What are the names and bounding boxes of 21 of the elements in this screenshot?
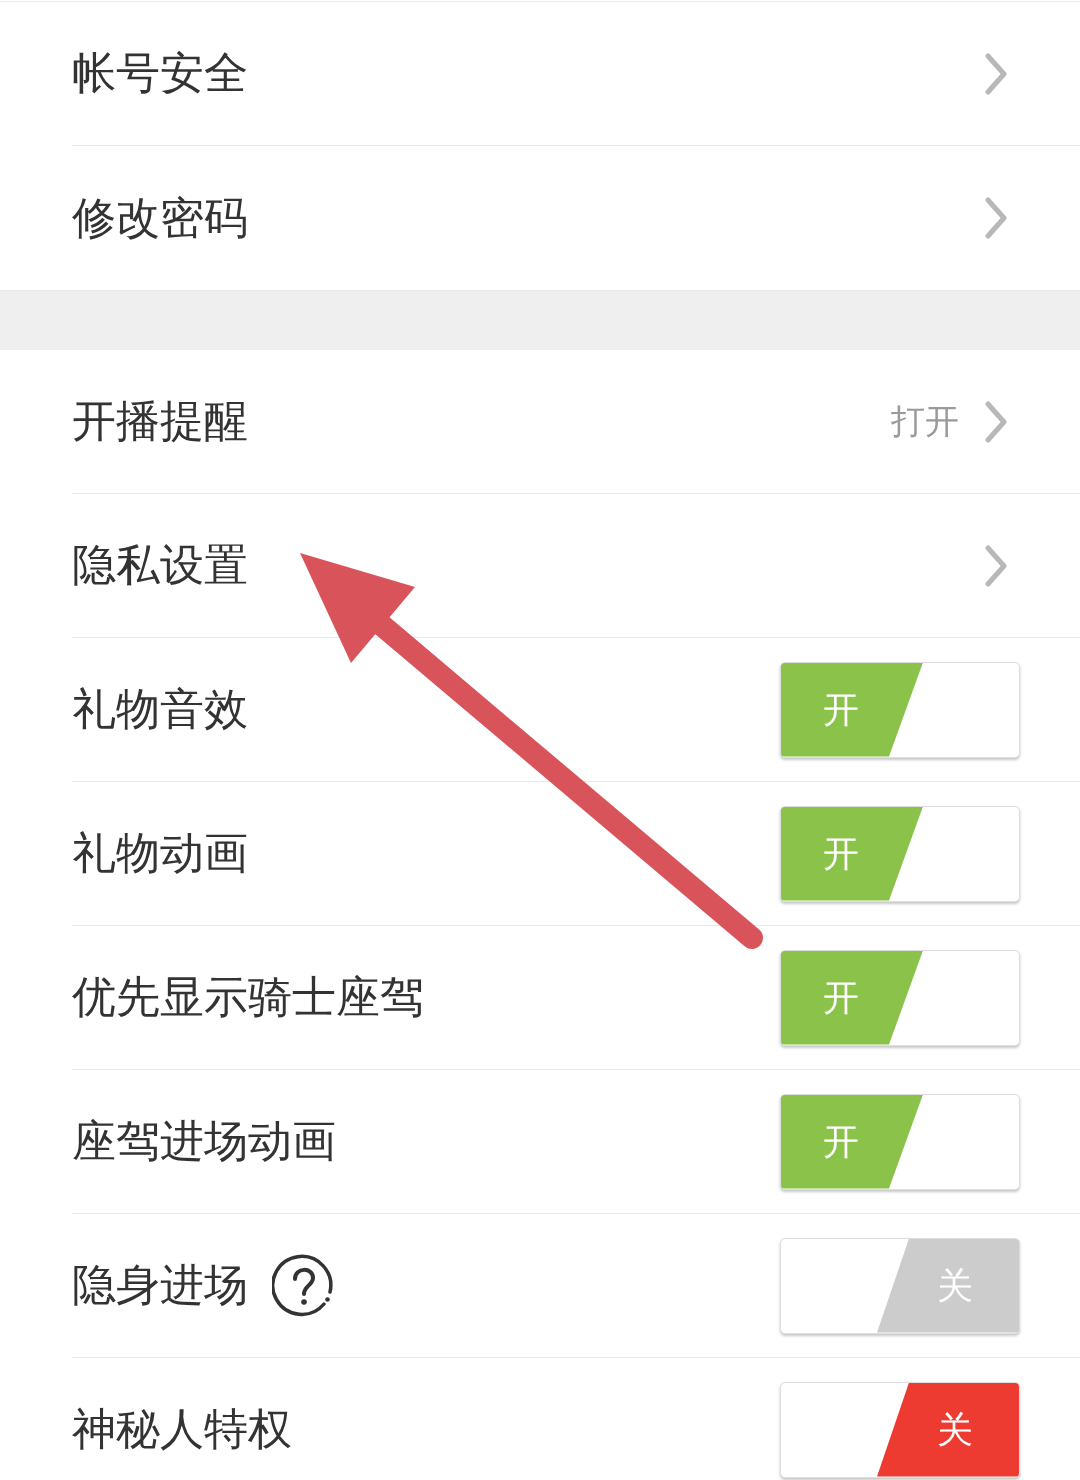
setting-value: 打开 bbox=[891, 399, 959, 443]
chevron-right-icon bbox=[985, 52, 1007, 95]
chevron-right-icon bbox=[985, 400, 1007, 443]
toggle-switch[interactable]: 开 bbox=[780, 949, 1020, 1046]
setting-label: 座驾进场动画 bbox=[72, 1115, 336, 1168]
setting-label: 礼物音效 bbox=[72, 683, 248, 736]
help-icon[interactable] bbox=[272, 1253, 336, 1318]
toggle-switch[interactable]: 开 bbox=[780, 805, 1020, 902]
toggle-switch[interactable]: 开 bbox=[780, 1093, 1020, 1190]
toggle-switch[interactable]: 关 bbox=[780, 1381, 1020, 1478]
setting-label: 帐号安全 bbox=[72, 47, 248, 100]
chevron-right-icon bbox=[985, 197, 1007, 239]
chevron-right-icon bbox=[985, 544, 1007, 587]
toggle-switch[interactable]: 开 bbox=[780, 661, 1020, 758]
setting-label: 隐私设置 bbox=[72, 539, 248, 592]
setting-label: 神秘人特权 bbox=[72, 1403, 292, 1456]
setting-label: 隐身进场 bbox=[72, 1259, 248, 1312]
setting-label: 开播提醒 bbox=[72, 395, 248, 448]
setting-label: 优先显示骑士座驾 bbox=[72, 971, 424, 1024]
setting-label: 礼物动画 bbox=[72, 827, 248, 880]
setting-label: 修改密码 bbox=[72, 191, 248, 245]
